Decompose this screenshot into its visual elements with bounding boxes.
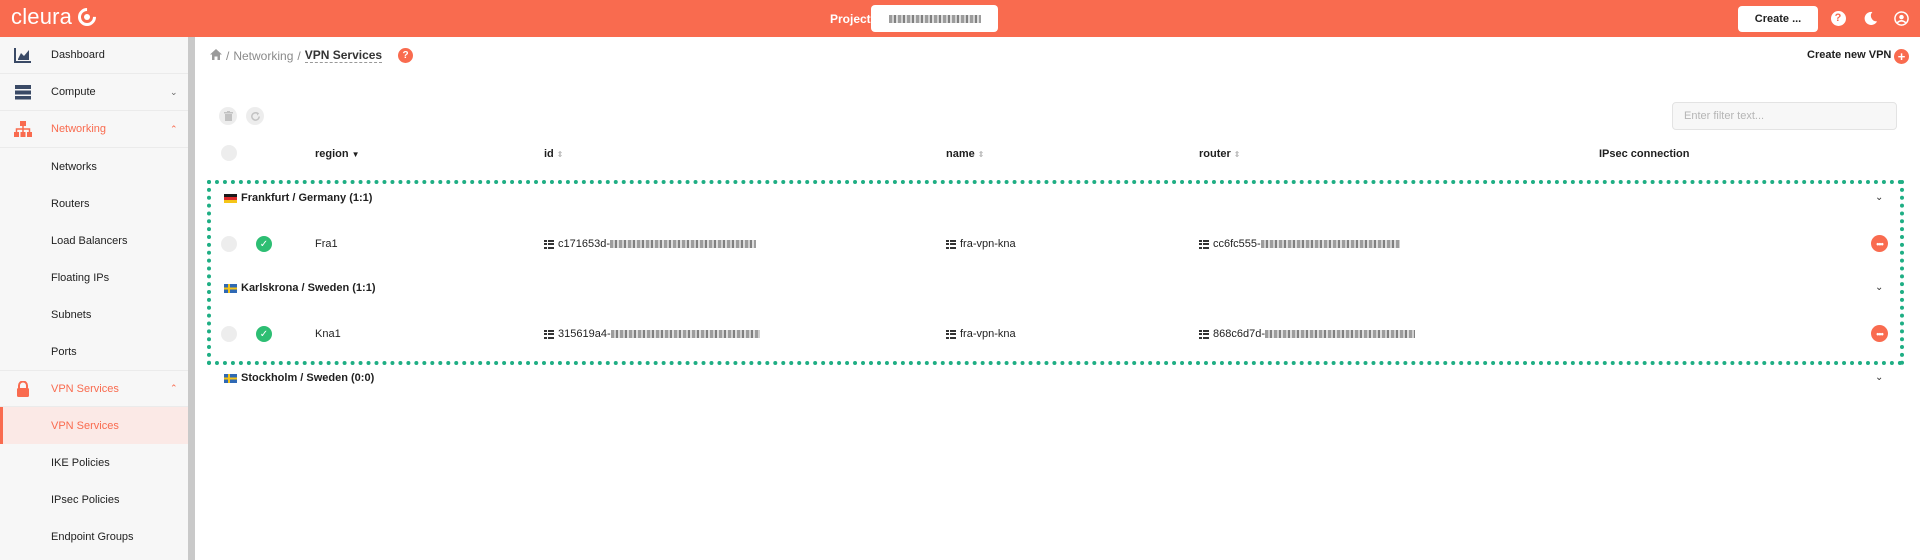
- server-icon: [14, 84, 32, 100]
- chevron-down-icon[interactable]: ⌄: [1875, 372, 1883, 383]
- sidebar-item-vpn-services-section[interactable]: VPN Services ⌃: [0, 370, 188, 407]
- sidebar-item-vpn-services[interactable]: VPN Services: [0, 407, 188, 444]
- breadcrumb: / Networking / VPN Services ?: [210, 48, 414, 63]
- chevron-up-icon: ⌃: [170, 123, 178, 134]
- sidebar-item-label: IKE Policies: [51, 456, 110, 469]
- help-icon[interactable]: ?: [398, 48, 414, 63]
- trash-icon: [223, 111, 233, 121]
- sort-icon: ⇕: [1233, 150, 1241, 159]
- filter-input[interactable]: [1672, 102, 1897, 130]
- sidebar-item-load-balancers[interactable]: Load Balancers: [0, 222, 188, 259]
- column-header-label: region: [315, 148, 349, 160]
- refresh-button[interactable]: [246, 107, 264, 125]
- help-icon[interactable]: ?: [1830, 10, 1846, 26]
- column-header-region[interactable]: region ▼: [315, 148, 360, 160]
- column-header-label: id: [544, 148, 554, 160]
- sidebar: Dashboard Compute ⌄ Networking ⌃ Network…: [0, 37, 188, 560]
- sidebar-scrollbar[interactable]: [188, 37, 195, 560]
- sidebar-item-subnets[interactable]: Subnets: [0, 296, 188, 333]
- column-header-label: name: [946, 148, 975, 160]
- sidebar-item-label: Dashboard: [51, 49, 105, 61]
- sidebar-item-label: Ports: [51, 345, 77, 358]
- column-header-label: IPsec connection: [1599, 148, 1690, 160]
- user-icon[interactable]: [1893, 10, 1909, 26]
- sidebar-item-label: Endpoint Groups: [51, 530, 134, 543]
- breadcrumb-separator: /: [226, 48, 230, 63]
- moon-icon[interactable]: [1862, 10, 1878, 26]
- breadcrumb-separator: /: [297, 48, 301, 63]
- sidebar-item-routers[interactable]: Routers: [0, 185, 188, 222]
- create-new-vpn-link[interactable]: Create new VPN: [1807, 49, 1891, 61]
- sweden-flag-icon: [224, 373, 237, 383]
- sidebar-item-compute[interactable]: Compute ⌄: [0, 74, 188, 111]
- top-bar: cleura Project Create ... ?: [0, 0, 1920, 37]
- sidebar-item-label: VPN Services: [51, 382, 119, 395]
- sort-desc-icon: ▼: [351, 150, 360, 159]
- sidebar-item-ipsec-policies[interactable]: IPsec Policies: [0, 481, 188, 518]
- column-header-label: router: [1199, 148, 1231, 160]
- sidebar-item-label: IPsec Policies: [51, 493, 120, 506]
- group-row-stockholm[interactable]: Stockholm / Sweden (0:0): [224, 372, 374, 384]
- logo-mark-icon: [74, 4, 100, 30]
- project-selector[interactable]: [871, 5, 998, 32]
- plus-icon[interactable]: +: [1894, 49, 1909, 64]
- logo-text: cleura: [11, 4, 73, 29]
- sidebar-item-endpoint-groups[interactable]: Endpoint Groups: [0, 518, 188, 555]
- network-icon: [14, 121, 32, 137]
- breadcrumb-networking[interactable]: Networking: [233, 49, 293, 63]
- sidebar-item-label: Load Balancers: [51, 234, 128, 247]
- sidebar-item-label: Networks: [51, 160, 97, 173]
- chevron-down-icon: ⌄: [170, 86, 178, 97]
- redacted-project-name: [888, 14, 981, 23]
- highlight-annotation: [207, 180, 1904, 365]
- group-label: Stockholm / Sweden (0:0): [241, 372, 375, 384]
- home-icon[interactable]: [210, 48, 222, 63]
- create-button[interactable]: Create ...: [1738, 6, 1818, 32]
- sort-icon: ⇕: [556, 150, 564, 159]
- column-header-ipsec-connection: IPsec connection: [1599, 148, 1689, 160]
- column-header-router[interactable]: router ⇕: [1199, 148, 1240, 160]
- select-all-checkbox[interactable]: [221, 145, 237, 161]
- sidebar-item-networking[interactable]: Networking ⌃: [0, 111, 188, 148]
- sidebar-item-label: Routers: [51, 197, 90, 210]
- sidebar-item-ike-policies[interactable]: IKE Policies: [0, 444, 188, 481]
- chevron-up-icon: ⌃: [170, 383, 178, 393]
- sidebar-item-floating-ips[interactable]: Floating IPs: [0, 259, 188, 296]
- sidebar-item-networks[interactable]: Networks: [0, 148, 188, 185]
- column-header-name[interactable]: name ⇕: [946, 148, 984, 160]
- delete-button[interactable]: [219, 107, 237, 125]
- sidebar-item-ports[interactable]: Ports: [0, 333, 188, 370]
- sidebar-item-label: Compute: [51, 86, 96, 98]
- sidebar-item-label: Floating IPs: [51, 271, 110, 284]
- sidebar-item-label: VPN Services: [51, 419, 119, 432]
- column-header-id[interactable]: id ⇕: [544, 148, 563, 160]
- lock-icon: [14, 380, 32, 397]
- breadcrumb-current: VPN Services: [304, 48, 383, 63]
- project-label: Project: [830, 12, 871, 26]
- sidebar-item-label: Networking: [51, 123, 107, 135]
- cleura-logo[interactable]: cleura: [11, 4, 100, 30]
- chart-icon: [14, 47, 32, 63]
- sidebar-item-dashboard[interactable]: Dashboard: [0, 37, 188, 74]
- sort-icon: ⇕: [977, 150, 985, 159]
- sidebar-item-label: Subnets: [51, 308, 92, 321]
- refresh-icon: [250, 111, 260, 121]
